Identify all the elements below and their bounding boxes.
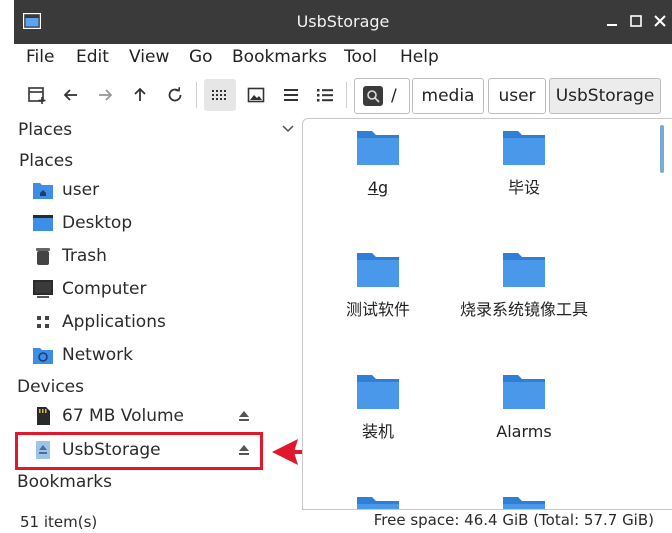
sidebar-item-trash[interactable]: Trash	[32, 243, 107, 269]
file-label: 毕设	[507, 178, 540, 197]
sidebar-item-label: 67 MB Volume	[62, 406, 184, 426]
reload-icon	[168, 87, 182, 102]
sidebar-item-network[interactable]: Network	[32, 342, 133, 368]
network-folder-icon	[32, 344, 54, 366]
toolbar-separator	[196, 82, 197, 108]
breadcrumb-user[interactable]: user	[488, 78, 546, 114]
thumbnail-view-button[interactable]	[243, 82, 269, 108]
desktop-icon	[32, 212, 54, 234]
path-toggle-icon	[363, 86, 383, 106]
arrow-left-icon	[63, 89, 77, 101]
toolbar: / media user UsbStorage	[14, 72, 672, 120]
applications-icon	[32, 311, 54, 333]
icon-view-icon	[212, 90, 226, 100]
file-item-partial[interactable]	[303, 493, 453, 509]
folder-icon	[357, 253, 399, 287]
file-label: 测试软件	[345, 300, 410, 319]
file-item-flash-tool[interactable]: 烧录系统镜像工具	[449, 249, 599, 321]
folder-icon	[503, 253, 545, 287]
file-label: 4g	[367, 178, 389, 197]
sd-card-icon	[32, 405, 54, 427]
detailed-list-icon	[317, 89, 333, 102]
status-bar: 51 item(s) Free space: 46.4 GiB (Total: …	[14, 510, 672, 533]
free-space: Free space: 46.4 GiB (Total: 57.7 GiB)	[373, 511, 654, 529]
file-view[interactable]: 4g 毕设 测试软件 烧录系统镜像工具 装机 Alarms	[302, 118, 672, 510]
devices-header: Devices	[17, 377, 84, 397]
icon-view-button[interactable]	[204, 79, 236, 111]
eject-icon[interactable]	[238, 410, 250, 422]
file-label: 烧录系统镜像工具	[459, 300, 588, 319]
computer-icon	[32, 278, 54, 300]
detailed-view-button[interactable]	[312, 82, 338, 108]
file-label: 装机	[361, 422, 394, 441]
back-button[interactable]	[58, 82, 84, 108]
new-tab-icon	[28, 87, 46, 104]
file-item-bishe[interactable]: 毕设	[449, 127, 599, 199]
folder-icon	[503, 131, 545, 165]
arrow-right-icon	[99, 89, 113, 101]
folder-icon	[503, 375, 545, 409]
file-item-partial[interactable]	[449, 493, 599, 509]
breadcrumb-root-label: /	[391, 86, 397, 106]
item-count: 51 item(s)	[20, 513, 98, 531]
file-item-4g[interactable]: 4g	[303, 127, 453, 199]
menu-tool[interactable]: Tool	[344, 47, 377, 67]
breadcrumb-usbstorage[interactable]: UsbStorage	[549, 78, 661, 114]
list-icon	[284, 89, 298, 101]
menu-bookmarks[interactable]: Bookmarks	[232, 47, 327, 67]
menu-file[interactable]: File	[26, 47, 54, 67]
file-item-alarms[interactable]: Alarms	[449, 371, 599, 443]
bookmarks-header: Bookmarks	[17, 472, 112, 492]
close-icon[interactable]	[652, 13, 668, 29]
file-item-install[interactable]: 装机	[303, 371, 453, 443]
sidebar-item-label: Trash	[62, 246, 107, 266]
sidebar-item-desktop[interactable]: Desktop	[32, 210, 132, 236]
sidebar-item-label: user	[62, 180, 100, 200]
breadcrumb-media[interactable]: media	[412, 78, 484, 114]
maximize-icon[interactable]	[628, 13, 644, 29]
title-bar: UsbStorage	[14, 0, 672, 44]
image-icon	[247, 87, 265, 103]
sidebar-item-computer[interactable]: Computer	[32, 276, 147, 302]
menu-view[interactable]: View	[129, 47, 169, 67]
sidebar-item-user[interactable]: user	[32, 177, 99, 203]
places-header: Places	[19, 151, 74, 171]
new-tab-button[interactable]	[24, 82, 50, 108]
toolbar-separator	[346, 82, 347, 108]
sidebar-panel-title[interactable]: Places	[18, 120, 72, 140]
folder-icon	[503, 497, 545, 509]
sidebar-item-applications[interactable]: Applications	[32, 309, 166, 335]
menu-bar: File Edit View Go Bookmarks Tool Help	[14, 44, 672, 72]
file-item-test-software[interactable]: 测试软件	[303, 249, 453, 321]
sidebar-item-67mb-volume[interactable]: 67 MB Volume	[32, 403, 184, 429]
menu-edit[interactable]: Edit	[76, 47, 109, 67]
file-label: Alarms	[496, 422, 552, 441]
menu-help[interactable]: Help	[400, 47, 439, 67]
sidebar-item-label: Network	[62, 345, 133, 365]
minimize-icon[interactable]	[604, 13, 620, 29]
folder-icon	[357, 131, 399, 165]
forward-button[interactable]	[92, 82, 118, 108]
vertical-scrollbar[interactable]	[660, 125, 664, 173]
menu-go[interactable]: Go	[189, 47, 213, 67]
sidebar-item-label: Computer	[62, 279, 147, 299]
window-title: UsbStorage	[296, 12, 390, 31]
home-folder-icon	[32, 179, 54, 201]
up-button[interactable]	[127, 82, 153, 108]
breadcrumb-root[interactable]: /	[354, 78, 410, 114]
compact-view-button[interactable]	[278, 82, 304, 108]
sidebar-item-label: Desktop	[62, 213, 133, 233]
folder-icon	[357, 497, 399, 509]
trash-icon	[32, 245, 54, 267]
arrow-up-icon	[134, 87, 146, 101]
reload-button[interactable]	[162, 82, 188, 108]
chevron-down-icon[interactable]	[282, 125, 294, 133]
folder-icon	[357, 375, 399, 409]
sidebar-item-label: Applications	[62, 312, 166, 332]
highlight-box	[15, 432, 263, 470]
